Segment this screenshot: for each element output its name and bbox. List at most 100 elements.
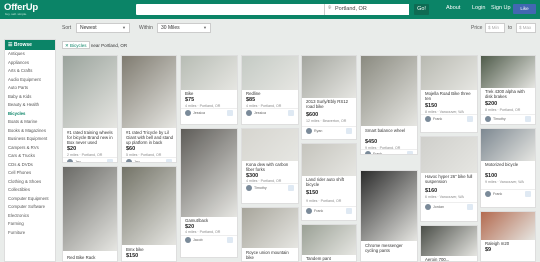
sidebar-item-farming[interactable]: Farming	[5, 220, 55, 229]
seller-avatar[interactable]	[365, 151, 371, 154]
facebook-like-button[interactable]: Like	[513, 4, 536, 14]
listing-photo[interactable]	[421, 226, 477, 256]
listing-card[interactable]: Bmx bike $150	[121, 166, 177, 262]
listing-card[interactable]: 2013 Surly/Ebly RS12 road bike $600 12 mil…	[301, 55, 357, 140]
seller-avatar[interactable]	[485, 116, 491, 122]
sidebar-item-computer-software[interactable]: Computer Software	[5, 203, 55, 212]
sidebar-item-clothing-shoes[interactable]: Clothing & Shoes	[5, 178, 55, 187]
listing-title[interactable]: Kona dew with carbon fiber forks	[246, 162, 296, 172]
seller-avatar[interactable]	[425, 116, 431, 122]
listing-title[interactable]: Gamut/back	[185, 218, 235, 223]
sidebar-item-bicycles[interactable]: Bicycles	[5, 110, 55, 119]
listing-photo[interactable]	[63, 167, 117, 251]
listing-title[interactable]: Motorized bicycle	[485, 162, 533, 167]
listing-photo[interactable]	[122, 167, 176, 245]
sidebar-item-collectibles[interactable]: Collectibles	[5, 186, 55, 195]
listing-photo[interactable]	[361, 56, 417, 126]
within-select[interactable]: 30 Miles ▼	[157, 23, 211, 33]
listing-photo[interactable]	[361, 171, 417, 241]
sidebar-item-furniture[interactable]: Furniture	[5, 229, 55, 238]
seller-avatar[interactable]	[306, 128, 312, 134]
seller-avatar[interactable]	[126, 159, 132, 162]
seller-name[interactable]: Frank	[314, 209, 323, 213]
listing-photo[interactable]	[481, 129, 535, 161]
location-input[interactable]: ⌾ Portland, OR	[324, 4, 409, 15]
listing-card[interactable]: Trek 4300 alpha with disk brakes $200 8 mi…	[480, 55, 536, 125]
listing-photo[interactable]	[181, 129, 237, 217]
seller-avatar[interactable]	[185, 110, 191, 116]
nav-about[interactable]: About	[446, 5, 460, 11]
sidebar-item-cars-trucks[interactable]: Cars & Trucks	[5, 152, 55, 161]
listing-card[interactable]: Mojella Road Bike three ten $150 8 miles ·…	[420, 55, 478, 133]
listing-photo[interactable]	[481, 212, 535, 240]
sidebar-item-baby-kids[interactable]: Baby & Kids	[5, 93, 55, 102]
listing-photo[interactable]	[481, 56, 535, 88]
listing-photo[interactable]	[302, 56, 356, 98]
seller-name[interactable]: Jay	[134, 160, 140, 162]
listing-card[interactable]: Royce union mountain bike	[241, 207, 299, 262]
seller-avatar[interactable]	[246, 110, 252, 116]
listing-title[interactable]: Trek 4300 alpha with disk brakes	[485, 89, 533, 99]
sidebar-item-audio-equipment[interactable]: Audio Equipment	[5, 76, 55, 85]
listing-card[interactable]: #1 rated Tricycle by Lil Giant with bell…	[121, 55, 177, 163]
sidebar-item-electronics[interactable]: Electronics	[5, 212, 55, 221]
sort-select[interactable]: Newest ▼	[76, 23, 130, 33]
seller-name[interactable]: Timothy	[254, 186, 267, 190]
listing-photo[interactable]	[242, 129, 298, 161]
listing-title[interactable]: Chrome messenger cycling pants	[365, 243, 415, 253]
listing-title[interactable]: Aeroin 700...	[425, 257, 475, 261]
sidebar-item-campers-rvs[interactable]: Campers & RVs	[5, 144, 55, 153]
sidebar-item-beauty-health[interactable]: Beauty & Health	[5, 101, 55, 110]
seller-name[interactable]: Jessica	[254, 111, 266, 115]
seller-name[interactable]: Ryan	[314, 129, 322, 133]
seller-name[interactable]: Jordan	[433, 205, 444, 209]
seller-name[interactable]: Jay	[75, 160, 81, 162]
listing-photo[interactable]	[421, 56, 477, 90]
listing-title[interactable]: Red Bike Rack	[67, 255, 115, 260]
listing-title[interactable]: Bike	[185, 91, 235, 96]
listing-title[interactable]: Tandem pant	[306, 256, 354, 261]
listing-card[interactable]: Redline $85 4 miles · Portland, OR Jessica	[241, 55, 299, 125]
sidebar-item-antiques[interactable]: Antiques	[5, 50, 55, 59]
sidebar-item-cds-dvds[interactable]: CDs & DVDs	[5, 161, 55, 170]
sidebar-item-business-equipment[interactable]: Business Equipment	[5, 135, 55, 144]
seller-name[interactable]: Frank	[493, 192, 502, 196]
listing-title[interactable]: #1 rated Tricycle by Lil Giant with bell…	[126, 130, 174, 145]
sidebar-item-appliances[interactable]: Appliances	[5, 59, 55, 68]
listing-photo[interactable]	[421, 137, 477, 173]
listing-photo[interactable]	[122, 56, 176, 128]
sidebar-item-boats-marine[interactable]: Boats & Marine	[5, 118, 55, 127]
seller-avatar[interactable]	[67, 159, 73, 162]
sidebar-item-books-magazines[interactable]: Books & Magazines	[5, 127, 55, 136]
seller-avatar[interactable]	[246, 185, 252, 191]
listing-title[interactable]: Land rider auto shift bicycle	[306, 177, 354, 187]
listing-photo[interactable]	[302, 144, 356, 176]
listing-title[interactable]: Smart balance wheel	[365, 128, 415, 133]
listing-title[interactable]: Bmx bike	[126, 247, 174, 252]
seller-avatar[interactable]	[485, 191, 491, 197]
listing-card[interactable]: Motorized bicycle $100 9 miles · Vancouver…	[480, 128, 536, 208]
listing-card[interactable]: #1 rated training wheels for bicycle Bra…	[62, 55, 118, 163]
listing-title[interactable]: Raleigh m20	[485, 241, 533, 246]
listing-title[interactable]: Royce union mountain bike	[246, 250, 296, 260]
sidebar-item-computer-equipment[interactable]: Computer Equipment	[5, 195, 55, 204]
listing-title[interactable]: Redline	[246, 91, 296, 96]
listing-card[interactable]: Bike $75 4 miles · Portland, OR Jessica	[180, 55, 238, 125]
listing-card[interactable]: Land rider auto shift bicycle $150 9 miles…	[301, 143, 357, 221]
listing-card[interactable]: Aeroin 700...	[420, 225, 478, 262]
listing-card[interactable]: Raleigh m20 $9	[480, 211, 536, 262]
listing-card[interactable]: Kona dew with carbon fiber forks $300 4 mi…	[241, 128, 299, 204]
nav-login[interactable]: Login	[472, 5, 485, 11]
listing-card[interactable]: Gamut/back $20 4 miles · Portland, OR Jacob	[180, 128, 238, 258]
sidebar-item-arts-crafts[interactable]: Arts & Crafts	[5, 67, 55, 76]
listing-photo[interactable]	[63, 56, 117, 128]
seller-name[interactable]: Jessica	[193, 111, 205, 115]
go-button[interactable]: Go!	[414, 4, 429, 15]
sidebar-item-auto-parts[interactable]: Auto Parts	[5, 84, 55, 93]
listing-card[interactable]: Smart balance wheel $450 9 miles · Portlan…	[360, 55, 418, 155]
seller-name[interactable]: Jacob	[193, 238, 203, 242]
listing-card[interactable]: Red Bike Rack	[62, 166, 118, 262]
listing-title[interactable]: #1 rated training wheels for bicycle Bra…	[67, 130, 115, 145]
seller-avatar[interactable]	[425, 204, 431, 210]
seller-avatar[interactable]	[185, 237, 191, 243]
